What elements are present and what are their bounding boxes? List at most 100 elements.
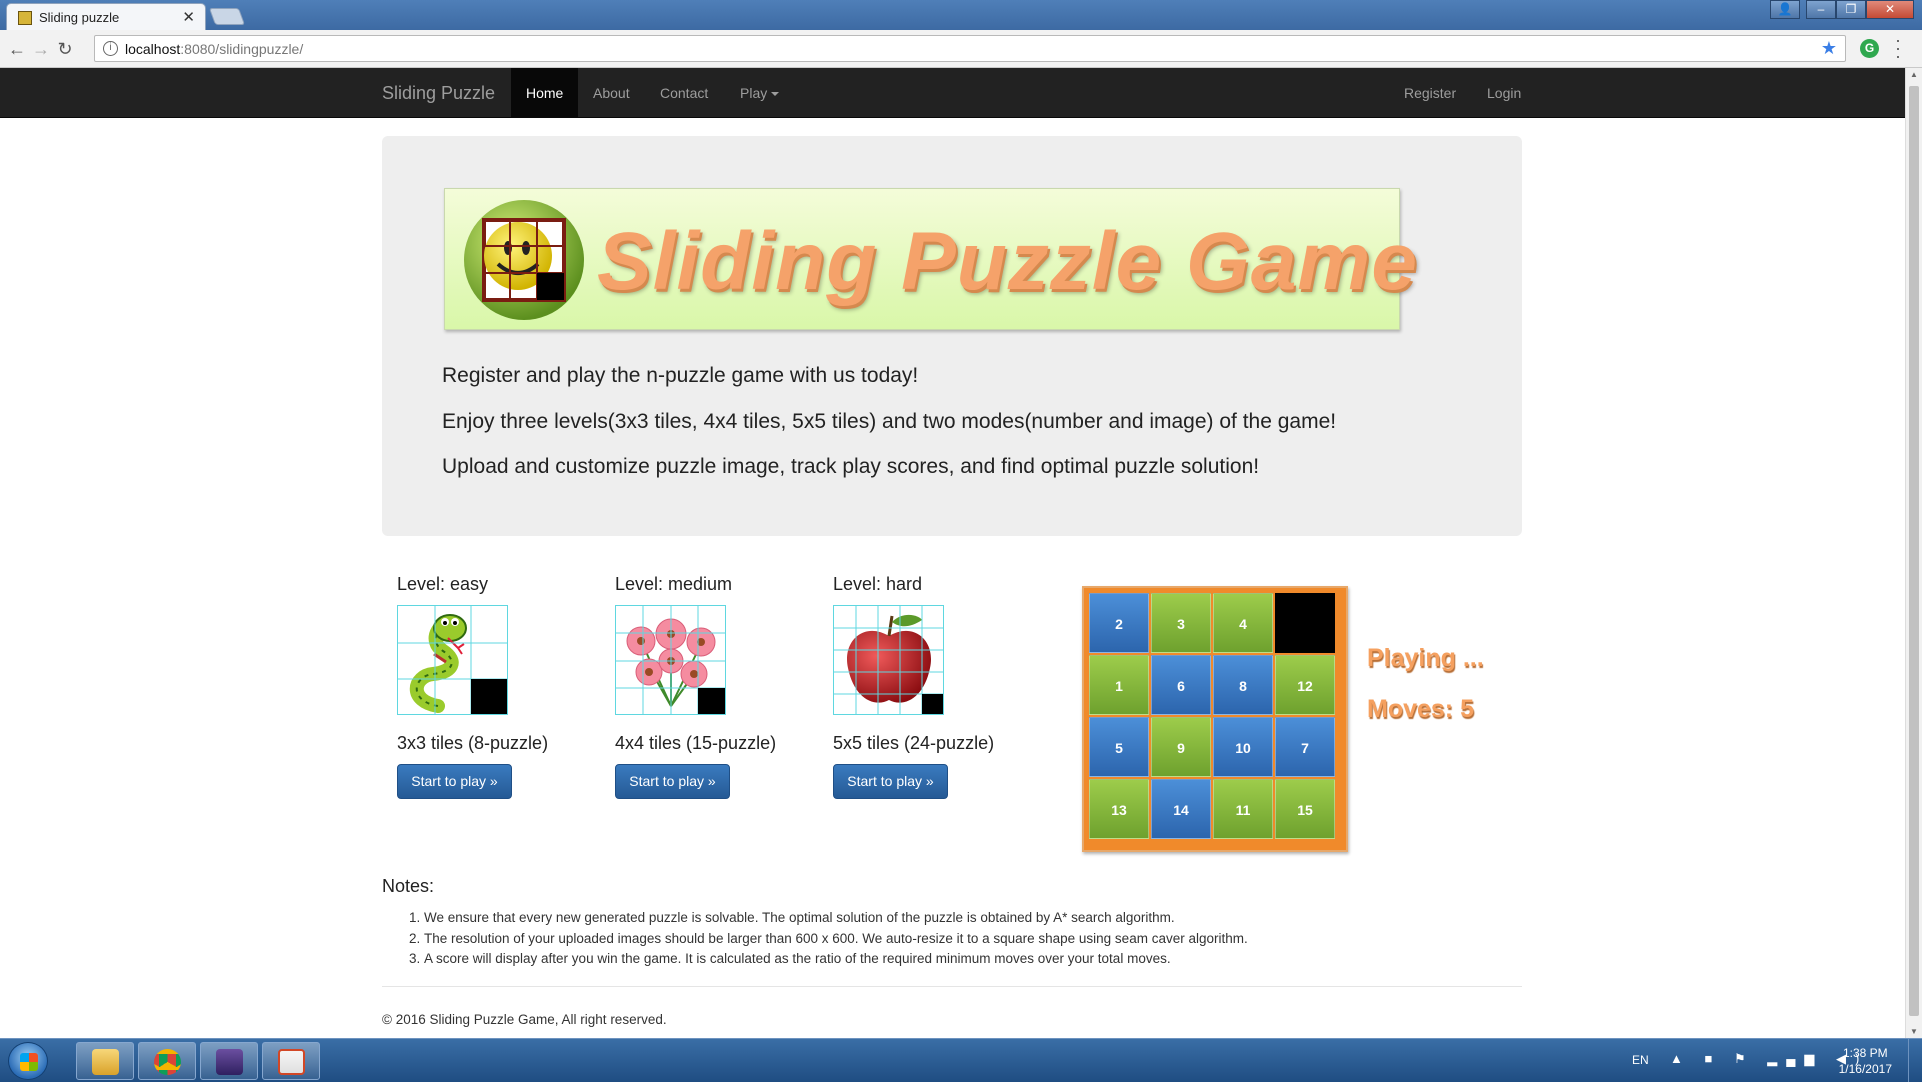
scroll-down-icon[interactable]: ▼ xyxy=(1910,1027,1918,1036)
snake-icon xyxy=(397,605,508,715)
java-ee-ide-icon xyxy=(216,1049,243,1075)
apple-icon xyxy=(833,605,944,715)
notes-list: We ensure that every new generated puzzl… xyxy=(424,908,1248,970)
nav-about[interactable]: About xyxy=(593,68,630,118)
url-text[interactable]: localhost:8080/slidingpuzzle/ xyxy=(125,41,303,57)
language-indicator[interactable]: EN xyxy=(1632,1053,1649,1067)
address-bar[interactable]: i localhost:8080/slidingpuzzle/ ★ xyxy=(94,35,1846,62)
info-icon[interactable]: i xyxy=(103,41,118,56)
level-easy: Level: easy 3x3 tiles (8-puzzle) Start t… xyxy=(397,574,597,799)
browser-toolbar: ← → ↻ i localhost:8080/slidingpuzzle/ ★ … xyxy=(0,30,1922,68)
list-item: The resolution of your uploaded images s… xyxy=(424,929,1248,950)
navbar-brand[interactable]: Sliding Puzzle xyxy=(382,68,495,118)
nav-play-label: Play xyxy=(740,85,768,101)
powerpoint-icon xyxy=(278,1049,305,1075)
close-tab-icon[interactable]: ✕ xyxy=(182,8,195,26)
puzzle-tile: 7 xyxy=(1275,717,1335,777)
level-tiles: 4x4 tiles (15-puzzle) xyxy=(615,733,777,753)
intro-line-1: Register and play the n-puzzle game with… xyxy=(442,364,919,387)
start-easy-button[interactable]: Start to play » xyxy=(397,764,512,799)
level-label: Level: hard xyxy=(833,574,923,594)
intro-line-3: Upload and customize puzzle image, track… xyxy=(442,455,1260,478)
nav-home[interactable]: Home xyxy=(511,68,579,118)
puzzle-tile: 10 xyxy=(1213,717,1273,777)
taskbar-explorer[interactable] xyxy=(76,1042,134,1080)
close-window-button[interactable]: ✕ xyxy=(1866,0,1914,19)
level-medium: Level: medium 4x4 tiles (15-puzzle) Star… xyxy=(615,574,815,799)
puzzle-tile: 15 xyxy=(1275,779,1335,839)
scrollbar-thumb[interactable] xyxy=(1909,86,1919,1016)
caret-down-icon xyxy=(771,92,780,97)
maximize-button[interactable]: ❐ xyxy=(1836,0,1866,19)
taskbar-eclipse[interactable] xyxy=(200,1042,258,1080)
puzzle-tile: 11 xyxy=(1213,779,1273,839)
puzzle-tile: 3 xyxy=(1151,593,1211,653)
scroll-up-icon[interactable]: ▲ xyxy=(1910,70,1918,79)
puzzle-tile: 12 xyxy=(1275,655,1335,715)
tab-title: Sliding puzzle xyxy=(39,10,120,25)
browser-titlebar: Sliding puzzle ✕ 👤 – ❐ ✕ xyxy=(0,0,1922,30)
system-tray: EN ▲ ■ ⚑ ▂▄▆ ◀) 1:38 PM 1/16/2017 xyxy=(1622,1039,1922,1082)
list-item: We ensure that every new generated puzzl… xyxy=(424,908,1248,929)
page-scrollbar[interactable]: ▲ ▼ xyxy=(1905,68,1922,1038)
url-host: localhost xyxy=(125,41,181,57)
forward-arrow-icon[interactable]: → xyxy=(30,38,52,60)
flowers-icon xyxy=(615,605,726,715)
back-arrow-icon[interactable]: ← xyxy=(6,38,28,60)
chrome-icon xyxy=(154,1049,181,1075)
puzzle-tile: 1 xyxy=(1089,655,1149,715)
moves-counter: Moves: 5 xyxy=(1367,695,1474,723)
puzzle-tile: 8 xyxy=(1213,655,1273,715)
page-viewport: Sliding Puzzle Home About Contact Play R… xyxy=(0,68,1905,1038)
browser-menu-icon[interactable]: · · · xyxy=(1895,31,1901,65)
grammarly-extension-icon[interactable]: G xyxy=(1860,39,1879,58)
playing-status: Playing ... xyxy=(1367,644,1484,672)
taskbar-powerpoint[interactable] xyxy=(262,1042,320,1080)
puzzle-tile: 13 xyxy=(1089,779,1149,839)
nav-login[interactable]: Login xyxy=(1487,68,1521,118)
level-label: Level: medium xyxy=(615,574,733,594)
nav-play-dropdown[interactable]: Play xyxy=(740,68,780,118)
minimize-button[interactable]: – xyxy=(1806,0,1836,19)
window-controls: 👤 – ❐ ✕ xyxy=(1770,0,1914,20)
banner-title: Sliding Puzzle Game xyxy=(597,216,1418,307)
nav-register[interactable]: Register xyxy=(1404,68,1456,118)
puzzle-favicon-icon xyxy=(18,11,32,25)
level-tiles: 3x3 tiles (8-puzzle) xyxy=(397,733,549,753)
puzzle-tile: 14 xyxy=(1151,779,1211,839)
jumbotron: Sliding Puzzle Game Register and play th… xyxy=(382,136,1522,536)
new-tab-button[interactable] xyxy=(208,8,246,25)
puzzle-tile: 2 xyxy=(1089,593,1149,653)
start-hard-button[interactable]: Start to play » xyxy=(833,764,948,799)
level-label: Level: easy xyxy=(397,574,489,594)
start-medium-button[interactable]: Start to play » xyxy=(615,764,730,799)
puzzle-tile: 4 xyxy=(1213,593,1273,653)
start-button[interactable] xyxy=(8,1042,48,1080)
windows-logo-icon xyxy=(20,1053,38,1071)
nav-contact[interactable]: Contact xyxy=(660,68,708,118)
reload-icon[interactable]: ↻ xyxy=(54,38,76,60)
level-tiles: 5x5 tiles (24-puzzle) xyxy=(833,733,995,753)
intro-line-2: Enjoy three levels(3x3 tiles, 4x4 tiles,… xyxy=(442,410,1337,433)
browser-tab[interactable]: Sliding puzzle ✕ xyxy=(6,3,206,30)
windows-taskbar: EN ▲ ■ ⚑ ▂▄▆ ◀) 1:38 PM 1/16/2017 xyxy=(0,1038,1922,1082)
footer-divider xyxy=(382,986,1522,987)
empty-tile xyxy=(1275,593,1335,653)
list-item: A score will display after you win the g… xyxy=(424,949,1248,970)
clock[interactable]: 1:38 PM 1/16/2017 xyxy=(1839,1045,1892,1077)
show-desktop-button[interactable] xyxy=(1908,1039,1922,1082)
folder-icon xyxy=(92,1049,119,1075)
site-navbar: Sliding Puzzle Home About Contact Play R… xyxy=(0,68,1905,118)
notes-heading: Notes: xyxy=(382,876,435,896)
clock-time: 1:38 PM xyxy=(1842,1046,1888,1060)
level-hard: Level: hard 5x5 tiles (24-puzzle) Start … xyxy=(833,574,1033,799)
bookmark-star-icon[interactable]: ★ xyxy=(1821,38,1837,59)
clock-date: 1/16/2017 xyxy=(1838,1062,1892,1076)
footer-copyright: © 2016 Sliding Puzzle Game, All right re… xyxy=(382,1012,667,1027)
taskbar-chrome[interactable] xyxy=(138,1042,196,1080)
url-path: :8080/slidingpuzzle/ xyxy=(180,41,304,57)
profile-icon[interactable]: 👤 xyxy=(1770,0,1800,19)
game-banner: Sliding Puzzle Game xyxy=(444,188,1417,330)
puzzle-tile: 6 xyxy=(1151,655,1211,715)
puzzle-tile: 5 xyxy=(1089,717,1149,777)
